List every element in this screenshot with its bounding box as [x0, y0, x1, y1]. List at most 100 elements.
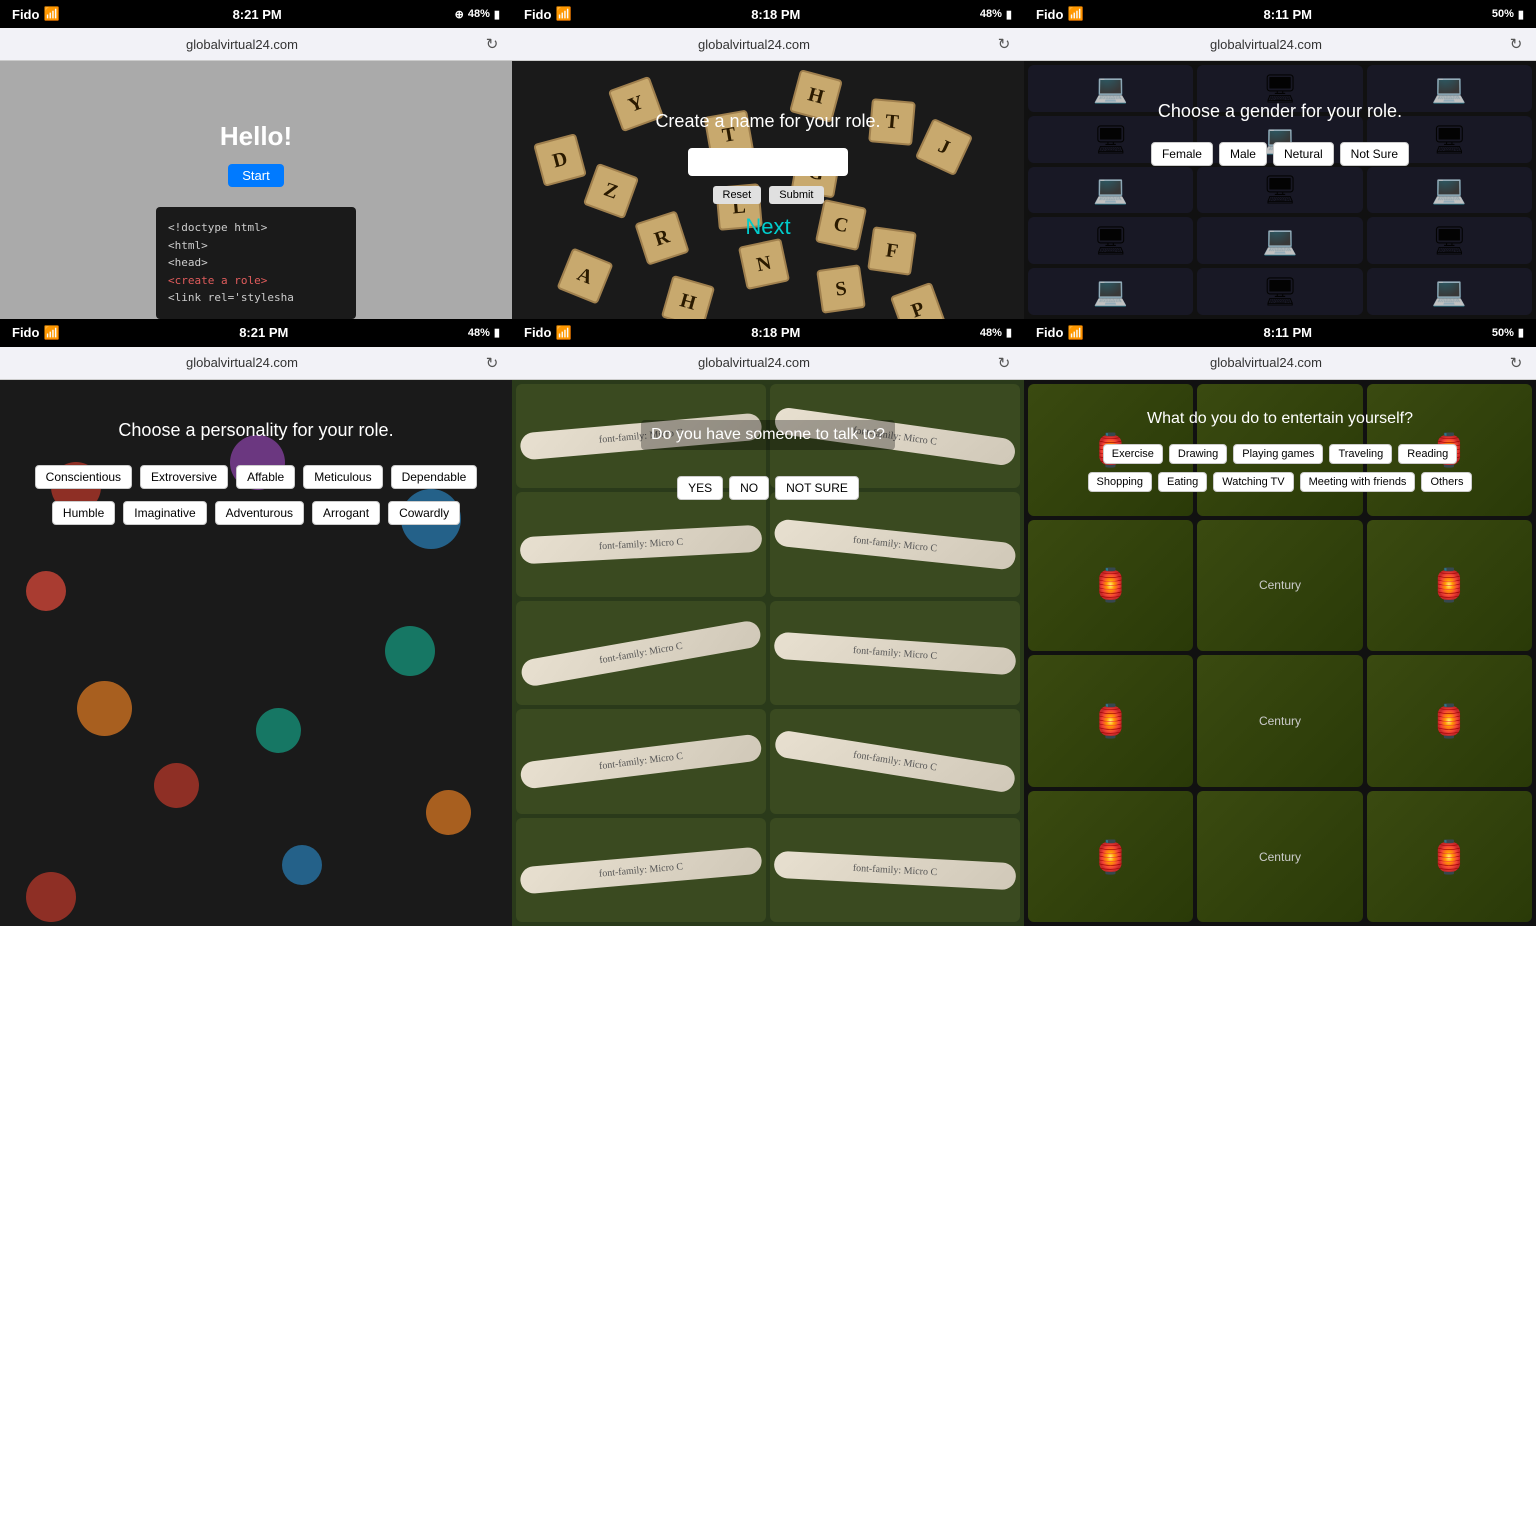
- candy-7: font-family: Micro C: [516, 709, 766, 814]
- personality-affable[interactable]: Affable: [236, 465, 295, 489]
- refresh-btn-3[interactable]: ↻: [1506, 34, 1526, 54]
- wifi-icon-1: 📶: [43, 6, 59, 22]
- laptop-icon-15: 💻: [1432, 275, 1467, 308]
- address-bar-3: globalvirtual24.com ↻: [1024, 28, 1536, 61]
- battery-icon-1: ▮: [494, 8, 500, 21]
- laptop-cell-15: 💻: [1367, 268, 1532, 315]
- refresh-btn-6[interactable]: ↻: [1506, 353, 1526, 373]
- ball-cell-6: 🏮: [1367, 520, 1532, 652]
- carrier-4: Fido: [12, 325, 39, 340]
- start-button[interactable]: Start: [228, 164, 283, 187]
- page-content-3: 💻 🖥 💻 🖥 💻 🖥 💻 🖥 💻 🖥 💻 🖥 💻 🖥 💻 Choose a g…: [1024, 61, 1536, 319]
- refresh-btn-5[interactable]: ↻: [994, 353, 1014, 373]
- battery-icon-6: ▮: [1518, 326, 1524, 339]
- status-bar-4: Fido 📶 8:21 PM 48% ▮: [0, 319, 512, 347]
- candy-wrapper-5: font-family: Micro C: [519, 619, 762, 688]
- ball-cell-10: 🏮: [1028, 791, 1193, 923]
- personality-humble[interactable]: Humble: [52, 501, 115, 525]
- ball-icon-5: Century: [1259, 578, 1301, 592]
- input-buttons: Reset Submit: [713, 186, 824, 204]
- laptop-icon-10: 🖥: [1093, 224, 1129, 257]
- gender-male-btn[interactable]: Male: [1219, 142, 1267, 166]
- carrier-6: Fido: [1036, 325, 1063, 340]
- carrier-1: Fido: [12, 7, 39, 22]
- overlay-content-5: Do you have someone to talk to? YES NO N…: [522, 390, 1014, 500]
- talk-yes-btn[interactable]: YES: [677, 476, 723, 500]
- laptop-cell-14: 🖥: [1197, 268, 1362, 315]
- status-left-4: Fido 📶: [12, 325, 60, 341]
- url-4: globalvirtual24.com: [10, 355, 474, 370]
- laptop-cell-11: 💻: [1197, 217, 1362, 264]
- personality-cowardly[interactable]: Cowardly: [388, 501, 460, 525]
- refresh-btn-1[interactable]: ↻: [482, 34, 502, 54]
- next-button[interactable]: Next: [745, 214, 790, 240]
- status-right-2: 48% ▮: [980, 8, 1012, 21]
- battery-5: 48%: [980, 327, 1002, 339]
- reset-btn[interactable]: Reset: [713, 186, 762, 204]
- candy-5: font-family: Micro C: [516, 601, 766, 706]
- laptop-icon-14: 🖥: [1262, 275, 1298, 308]
- entertain-drawing[interactable]: Drawing: [1169, 444, 1227, 464]
- laptop-icon-12: 🖥: [1432, 224, 1468, 257]
- laptop-cell-7: 💻: [1028, 167, 1193, 214]
- candy-wrapper-3: font-family: Micro C: [519, 525, 762, 565]
- status-bar-2: Fido 📶 8:18 PM 48% ▮: [512, 0, 1024, 28]
- entertain-playing-games[interactable]: Playing games: [1233, 444, 1323, 464]
- submit-btn[interactable]: Submit: [769, 186, 823, 204]
- personality-dependable[interactable]: Dependable: [391, 465, 478, 489]
- personality-arrogant[interactable]: Arrogant: [312, 501, 380, 525]
- bubble-blue-2: [282, 845, 322, 885]
- time-2: 8:18 PM: [751, 7, 800, 22]
- laptop-cell-9: 💻: [1367, 167, 1532, 214]
- status-bar-6: Fido 📶 8:11 PM 50% ▮: [1024, 319, 1536, 347]
- carrier-5: Fido: [524, 325, 551, 340]
- entertain-shopping[interactable]: Shopping: [1088, 472, 1153, 492]
- ball-cell-9: 🏮: [1367, 655, 1532, 787]
- tile-A: A: [557, 248, 614, 305]
- url-3: globalvirtual24.com: [1034, 37, 1498, 52]
- entertain-traveling[interactable]: Traveling: [1329, 444, 1392, 464]
- time-4: 8:21 PM: [239, 325, 288, 340]
- entertain-reading[interactable]: Reading: [1398, 444, 1457, 464]
- gender-notsure-btn[interactable]: Not Sure: [1340, 142, 1409, 166]
- entertain-exercise[interactable]: Exercise: [1103, 444, 1163, 464]
- phone-screen-3: Fido 📶 8:11 PM 50% ▮ globalvirtual24.com…: [1024, 0, 1536, 319]
- talk-notsure-btn[interactable]: NOT SURE: [775, 476, 859, 500]
- personality-conscientious[interactable]: Conscientious: [35, 465, 132, 489]
- refresh-btn-4[interactable]: ↻: [482, 353, 502, 373]
- code-line-1: <!doctype html>: [168, 219, 344, 237]
- personality-meticulous[interactable]: Meticulous: [303, 465, 382, 489]
- battery-6: 50%: [1492, 327, 1514, 339]
- gender-female-btn[interactable]: Female: [1151, 142, 1213, 166]
- entertain-watching-tv[interactable]: Watching TV: [1213, 472, 1293, 492]
- time-6: 8:11 PM: [1264, 325, 1312, 340]
- wifi-icon-2: 📶: [555, 6, 571, 22]
- personality-extroversive[interactable]: Extroversive: [140, 465, 228, 489]
- phone-screen-1: Fido 📶 8:21 PM ⊕ 48% ▮ globalvirtual24.c…: [0, 0, 512, 319]
- code-block: <!doctype html> <html> <head> <create a …: [156, 207, 356, 319]
- personality-row-1: Conscientious Extroversive Affable Metic…: [35, 465, 478, 489]
- personality-adventurous[interactable]: Adventurous: [215, 501, 304, 525]
- battery-3: 50%: [1492, 8, 1514, 20]
- entertain-eating[interactable]: Eating: [1158, 472, 1207, 492]
- url-1: globalvirtual24.com: [10, 37, 474, 52]
- laptop-cell-12: 🖥: [1367, 217, 1532, 264]
- name-input[interactable]: [688, 148, 848, 176]
- create-name-prompt: Create a name for your role.: [655, 111, 880, 132]
- laptop-icon-8: 🖥: [1262, 173, 1298, 206]
- refresh-btn-2[interactable]: ↻: [994, 34, 1014, 54]
- candy-3: font-family: Micro C: [516, 492, 766, 597]
- gender-netural-btn[interactable]: Netural: [1273, 142, 1334, 166]
- talk-no-btn[interactable]: NO: [729, 476, 769, 500]
- battery-icon-2: ▮: [1006, 8, 1012, 21]
- candy-wrapper-4: font-family: Micro C: [773, 519, 1016, 571]
- address-bar-6: globalvirtual24.com ↻: [1024, 347, 1536, 380]
- entertain-others[interactable]: Others: [1421, 472, 1472, 492]
- page-content-6: 🏮 Century 🏮 🏮 Century 🏮 🏮 Century 🏮 🏮 Ce…: [1024, 380, 1536, 927]
- ball-cell-4: 🏮: [1028, 520, 1193, 652]
- code-line-4: <create a role>: [168, 272, 344, 290]
- personality-imaginative[interactable]: Imaginative: [123, 501, 206, 525]
- ball-icon-7: 🏮: [1091, 702, 1131, 740]
- candy-10: font-family: Micro C: [770, 818, 1020, 923]
- entertain-meeting-friends[interactable]: Meeting with friends: [1300, 472, 1416, 492]
